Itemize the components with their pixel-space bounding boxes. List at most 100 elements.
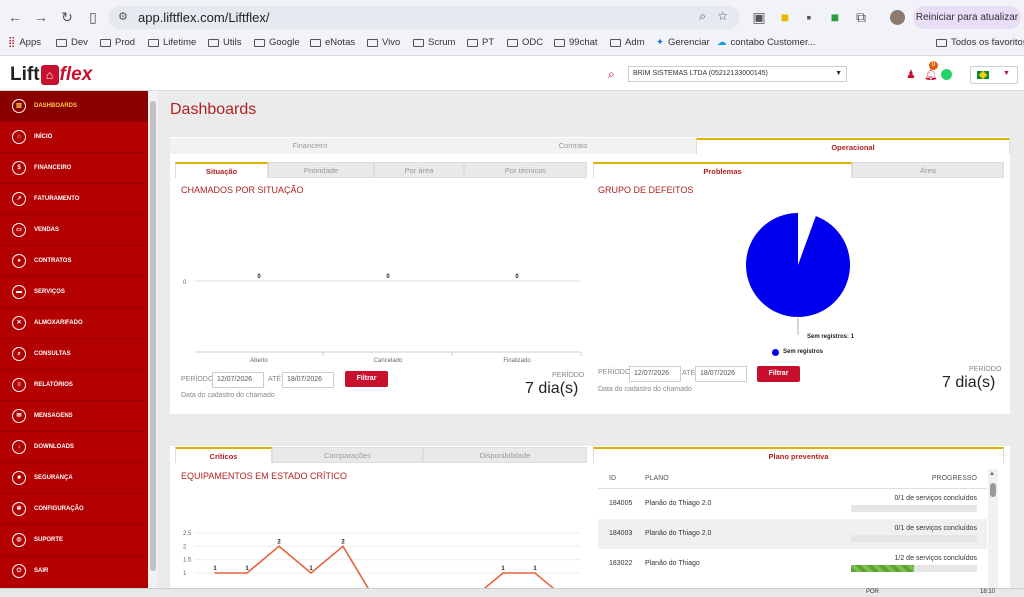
table-row[interactable]: 183022 Planão do Thiago 1/2 de serviços …: [598, 549, 987, 579]
filter-button[interactable]: Filtrar: [757, 366, 800, 382]
language-select[interactable]: ▼: [970, 66, 1018, 84]
extensions-puzzle-icon[interactable]: ⧉: [852, 8, 870, 26]
tab-disponibilidade[interactable]: Disponibilidade: [423, 447, 587, 463]
tab-contrato[interactable]: Contrato: [450, 138, 696, 154]
profile-avatar[interactable]: [890, 10, 905, 25]
data-point[interactable]: [246, 572, 248, 574]
bookmark-label: Apps: [19, 37, 41, 48]
tab-area[interactable]: Área: [852, 162, 1004, 178]
whatsapp-icon[interactable]: [941, 69, 952, 80]
tab-por-area[interactable]: Por área: [374, 162, 464, 178]
bookmark-adm[interactable]: Adm: [610, 37, 645, 48]
sidebar-item-dashboards[interactable]: ▥ Dashboards: [0, 91, 148, 122]
sidebar-item-seguranca[interactable]: ■ Segurança: [0, 463, 148, 494]
bookmark-apps[interactable]: ⣿ Apps: [8, 37, 41, 48]
data-point[interactable]: [534, 572, 536, 574]
col-progresso: PROGRESSO: [931, 475, 977, 482]
data-point[interactable]: [502, 572, 504, 574]
tab-criticos[interactable]: Críticos: [175, 447, 272, 463]
row-plano: Planão do Thiago: [645, 560, 700, 567]
extension3-icon[interactable]: ■: [826, 8, 844, 26]
sidebar-item-vendas[interactable]: ▭ Vendas: [0, 215, 148, 246]
sidebar-scrollbar-thumb[interactable]: [150, 101, 156, 571]
sidebar-item-contratos[interactable]: ● Contratos: [0, 246, 148, 277]
date-to-input[interactable]: 18/07/2026: [282, 372, 334, 388]
ate-label: ATÉ: [682, 370, 696, 377]
users-icon[interactable]: ♟: [906, 68, 916, 81]
tab-problemas[interactable]: Problemas: [593, 162, 852, 178]
sidebar-item-consultas[interactable]: ⌕ Consultas: [0, 339, 148, 370]
bookmark-label: contabo Customer...: [730, 37, 816, 48]
back-icon[interactable]: ←: [6, 8, 24, 26]
reload-icon[interactable]: ↻: [58, 8, 76, 26]
zoom-icon[interactable]: ⌕: [699, 9, 706, 24]
table-row[interactable]: 184005 Planão do Thiago 2.0 0/1 de servi…: [598, 489, 987, 519]
sidebar-item-configuracao[interactable]: ✻ Configuração: [0, 494, 148, 525]
tab-plano-preventiva[interactable]: Plano preventiva: [593, 447, 1004, 463]
company-select[interactable]: BRIM SISTEMAS LTDA (05212133000145) ▼: [628, 66, 847, 82]
bookmark-all[interactable]: Todos os favoritos: [936, 37, 1024, 48]
camera-icon[interactable]: ▣: [750, 8, 768, 26]
bookmark-scrum[interactable]: Scrum: [413, 37, 455, 48]
sidebar-item-servicos[interactable]: ▬ Serviços: [0, 277, 148, 308]
plano-scrollbar[interactable]: ▲: [988, 469, 998, 588]
bookmark-prod[interactable]: Prod: [100, 37, 135, 48]
row-id: 184005: [609, 500, 633, 507]
sidebar-item-downloads[interactable]: ↓ Downloads: [0, 432, 148, 463]
date-from-input[interactable]: 12/07/2026: [212, 372, 264, 388]
data-point[interactable]: [342, 545, 344, 548]
data-point[interactable]: [278, 545, 280, 548]
date-from-input[interactable]: 12/07/2026: [629, 366, 681, 382]
tab-situacao[interactable]: Situação: [175, 162, 268, 178]
sidebar-item-sair[interactable]: ⏻ Sair: [0, 556, 148, 587]
data-point[interactable]: [310, 572, 312, 574]
bookmark-enotas[interactable]: eNotas: [310, 37, 355, 48]
site-info-icon[interactable]: ⚙: [118, 10, 128, 23]
sidebar-item-suporte[interactable]: ◎ Suporte: [0, 525, 148, 556]
bookmark-google[interactable]: Google: [254, 37, 300, 48]
tab-prioridade[interactable]: Prioridade: [268, 162, 374, 178]
sidebar-item-almoxarifado[interactable]: ✕ Almoxarifado: [0, 308, 148, 339]
legend-label[interactable]: Sem registros: [783, 349, 823, 355]
bookmark-dev[interactable]: Dev: [56, 37, 88, 48]
bookmark-gerenciar[interactable]: ✦ Gerenciar: [656, 37, 710, 48]
logo-text-right: flex: [59, 64, 93, 85]
pie-data-label: Sem registros: 1: [807, 334, 855, 340]
scroll-up-icon[interactable]: ▲: [989, 471, 995, 477]
star-icon[interactable]: ☆: [717, 9, 728, 23]
pie-slice[interactable]: [746, 213, 850, 317]
tab-por-tecnicos[interactable]: Por técnicos: [464, 162, 587, 178]
logo[interactable]: Lift ⌂ flex: [10, 64, 92, 86]
bookmark-utils[interactable]: Utils: [208, 37, 241, 48]
sidebar-item-faturamento[interactable]: ↗ Faturamento: [0, 184, 148, 215]
bookmark-lifetime[interactable]: Lifetime: [148, 37, 196, 48]
sidebar-item-mensagens[interactable]: ✉ Mensagens: [0, 401, 148, 432]
bookmark-99chat[interactable]: 99chat: [554, 37, 598, 48]
tab-financeiro[interactable]: Financeiro: [170, 138, 450, 154]
split-view-icon[interactable]: ▯: [84, 8, 102, 26]
address-bar[interactable]: ⚙ app.liftflex.com/Liftflex/ ⌕ ☆: [108, 6, 740, 29]
tab-comparacoes[interactable]: Comparações: [272, 447, 423, 463]
logo-text-left: Lift: [10, 64, 40, 85]
extension-icon[interactable]: ■: [776, 8, 794, 26]
bookmark-vivo[interactable]: Vivo: [367, 37, 400, 48]
extension2-icon[interactable]: ▪: [800, 8, 818, 26]
search-icon[interactable]: ⌕: [608, 67, 615, 82]
sidebar-item-label: Almoxarifado: [34, 320, 83, 326]
bookmark-pt[interactable]: PT: [467, 37, 494, 48]
folder-icon: [467, 38, 478, 47]
forward-icon[interactable]: →: [32, 8, 50, 26]
filter-button[interactable]: Filtrar: [345, 371, 388, 387]
bookmark-contabo[interactable]: ☁ contabo Customer...: [717, 37, 816, 48]
bell-icon[interactable]: 🔔︎: [924, 68, 938, 81]
plano-scrollbar-thumb[interactable]: [990, 483, 996, 497]
tab-operacional[interactable]: Operacional: [696, 138, 1010, 154]
sidebar-item-financeiro[interactable]: $ Financeiro: [0, 153, 148, 184]
data-point[interactable]: [214, 572, 216, 574]
bookmark-odc[interactable]: ODC: [507, 37, 543, 48]
sidebar-item-inicio[interactable]: ⌂ Início: [0, 122, 148, 153]
update-button[interactable]: Reiniciar para atualizar: [913, 6, 1021, 29]
table-row[interactable]: 184003 Planão do Thiago 2.0 0/1 de servi…: [598, 519, 987, 549]
sidebar-item-relatorios[interactable]: ≡ Relatórios: [0, 370, 148, 401]
date-to-input[interactable]: 18/07/2026: [695, 366, 747, 382]
